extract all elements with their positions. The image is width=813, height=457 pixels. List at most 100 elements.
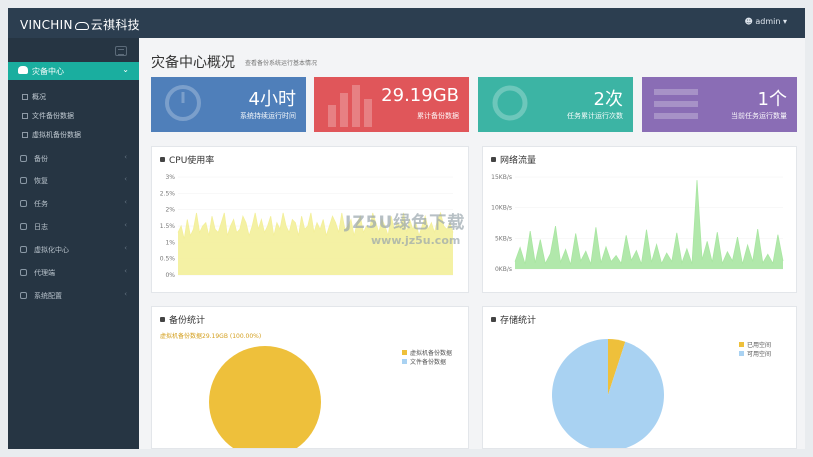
brand-name-cn: 云祺科技 (90, 18, 140, 32)
sidebar-item-label: 恢复 (34, 177, 48, 185)
sidebar-item-backup[interactable]: 备份 ‹ (8, 150, 139, 168)
legend-swatch (402, 350, 407, 355)
watermark: JZ5U绿色下载 (345, 213, 466, 233)
chevron-left-icon: ‹ (124, 244, 127, 252)
y-tick-label: 1.5% (160, 223, 176, 230)
y-tick-label: 1% (165, 239, 175, 246)
legend-label: 虚拟机备份数据 (410, 349, 452, 357)
dashboard-icon (22, 94, 28, 100)
sidebar-subitem-label: 文件备份数据 (32, 112, 74, 120)
sidebar-item-agent[interactable]: 代理端 ‹ (8, 264, 139, 282)
chart-icon (160, 157, 165, 162)
chevron-left-icon: ‹ (124, 290, 127, 298)
sidebar-item-settings[interactable]: 系统配置 ‹ (8, 287, 139, 305)
chevron-left-icon: ‹ (124, 221, 127, 229)
y-tick-label: 10KB/s (491, 205, 512, 212)
series-area (515, 180, 783, 269)
refresh-icon (492, 85, 528, 121)
sidebar-item-restore[interactable]: 恢复 ‹ (8, 172, 139, 190)
pie-slice (552, 339, 664, 448)
sidebar-item-virtualization[interactable]: 虚拟化中心 ‹ (8, 241, 139, 259)
y-tick-label: 5KB/s (495, 235, 512, 242)
y-tick-label: 0.5% (160, 256, 176, 263)
sidebar-item-logs[interactable]: 日志 ‹ (8, 218, 139, 236)
stat-card-running-tasks: 1个 当前任务运行数量 (642, 77, 797, 132)
sidebar-item-label: 日志 (34, 223, 48, 231)
gear-icon (20, 292, 27, 299)
stat-card-backup-data: 29.19GB 累计备份数据 (314, 77, 469, 132)
chevron-down-icon: ▾ (782, 17, 787, 26)
panel-title: 网络流量 (491, 153, 536, 166)
sidebar-subitem-file-backup[interactable]: 文件备份数据 (22, 111, 74, 121)
stat-label: 累计备份数据 (417, 112, 459, 120)
sidebar-item-label: 虚拟化中心 (34, 246, 69, 254)
chevron-left-icon: ‹ (124, 267, 127, 275)
chevron-left-icon: ‹ (124, 198, 127, 206)
clock-icon (165, 85, 201, 121)
sidebar-subitem-overview[interactable]: 概况 (22, 92, 46, 102)
chevron-left-icon: ‹ (124, 153, 127, 161)
pie-slice (209, 346, 321, 448)
app-window: VINCHIN 云祺科技 ☻ admin ▾ 灾备中心 ⌄ 概况 文件备份数据 虚… (8, 8, 805, 449)
y-tick-label: 3% (165, 174, 175, 181)
legend-label: 可用空间 (747, 350, 771, 358)
chevron-down-icon: ⌄ (122, 65, 129, 74)
sidebar-subitem-vm-backup[interactable]: 虚拟机备份数据 (22, 130, 81, 140)
chevron-left-icon: ‹ (124, 175, 127, 183)
legend-swatch (739, 342, 744, 347)
stat-label: 系统持续运行时间 (240, 112, 296, 120)
stat-value: 4小时 (248, 89, 296, 110)
y-tick-label: 2% (165, 207, 175, 214)
virtualization-icon (20, 246, 27, 253)
sidebar-toggle-button[interactable] (115, 46, 127, 56)
y-tick-label: 15KB/s (491, 174, 512, 181)
panel-title: CPU使用率 (160, 153, 214, 166)
stat-card-task-runs: 2次 任务累计运行次数 (478, 77, 633, 132)
brand-name: VINCHIN (20, 18, 73, 32)
panel-title-text: CPU使用率 (169, 156, 215, 166)
cloud-icon (18, 66, 28, 74)
y-tick-label: 2.5% (160, 190, 176, 197)
cloud-logo-icon (74, 21, 89, 30)
agent-icon (20, 269, 27, 276)
file-icon (22, 113, 28, 119)
user-name: admin (755, 17, 781, 26)
main-content: 灾备中心概况 查看备份系统运行基本情况 4小时 系统持续运行时间 29.19GB… (139, 38, 805, 449)
watermark-url: www.jz5u.com (371, 234, 461, 247)
sidebar-subitem-label: 概况 (32, 93, 46, 101)
legend-label: 已用空间 (747, 341, 771, 349)
sidebar-item-label: 系统配置 (34, 292, 62, 300)
legend-swatch (402, 359, 407, 364)
sidebar-item-label: 灾备中心 (32, 67, 64, 76)
sidebar-item-label: 代理端 (34, 269, 55, 277)
backup-stats-pie: 虚拟机备份数据文件备份数据 (209, 346, 452, 448)
sidebar: 灾备中心 ⌄ 概况 文件备份数据 虚拟机备份数据 备份 ‹ 恢复 ‹ 任务 ‹ (8, 38, 139, 449)
storage-stats-pie: 已用空间可用空间 (552, 339, 771, 448)
panel-storage-stats: 存储统计 已用空间 可用空间 (482, 306, 797, 449)
stat-label: 任务累计运行次数 (567, 112, 623, 120)
stat-value: 1个 (757, 89, 787, 110)
legend-swatch (739, 351, 744, 356)
page-subtitle: 查看备份系统运行基本情况 (245, 60, 318, 67)
brand-logo[interactable]: VINCHIN 云祺科技 (20, 16, 140, 33)
stat-value: 29.19GB (381, 85, 459, 106)
sidebar-subitem-label: 虚拟机备份数据 (32, 131, 81, 139)
chart-icon (491, 157, 496, 162)
restore-icon (20, 177, 27, 184)
panel-network: 网络流量 15KB/s 10KB/s 5KB/s 0KB/s (482, 146, 797, 293)
y-tick-label: 0KB/s (495, 266, 512, 273)
page-title: 灾备中心概况 (151, 55, 235, 71)
user-menu[interactable]: ☻ admin ▾ (744, 17, 787, 26)
legend-label: 文件备份数据 (410, 358, 446, 366)
backup-icon (20, 155, 27, 162)
sidebar-item-tasks[interactable]: 任务 ‹ (8, 195, 139, 213)
top-bar: VINCHIN 云祺科技 ☻ admin ▾ (8, 8, 805, 38)
panel-backup-stats: 备份统计 虚拟机备份数据29.19GB (100.00%) 虚拟机备份数据 文件备… (151, 306, 469, 449)
sidebar-item-label: 备份 (34, 155, 48, 163)
sidebar-item-disaster-center[interactable]: 灾备中心 ⌄ (8, 62, 139, 80)
sidebar-item-label: 任务 (34, 200, 48, 208)
tasks-icon (20, 200, 27, 207)
user-icon: ☻ (744, 17, 753, 26)
y-tick-label: 0% (165, 272, 175, 279)
panel-title-text: 网络流量 (500, 156, 537, 166)
